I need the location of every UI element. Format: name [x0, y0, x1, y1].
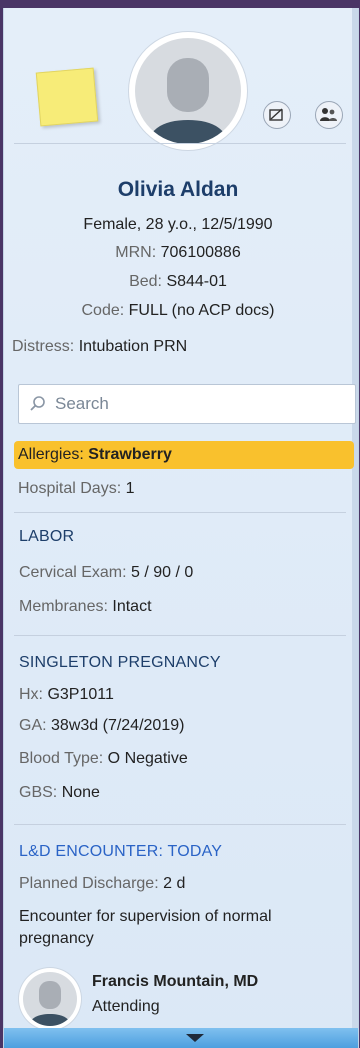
hospital-days: Hospital Days: 1: [18, 480, 135, 497]
divider: [14, 143, 346, 144]
search-placeholder: Search: [55, 394, 109, 413]
search-icon: [30, 396, 45, 411]
photo-edit-button[interactable]: [263, 101, 291, 129]
allergy-value: Strawberry: [88, 446, 172, 463]
top-bar: [0, 0, 360, 8]
patient-code-status: Code: FULL (no ACP docs): [81, 302, 275, 319]
chevron-down-icon[interactable]: [186, 1034, 204, 1042]
section-pregnancy-title[interactable]: SINGLETON PREGNANCY: [19, 654, 221, 672]
section-encounter-link[interactable]: L&D ENCOUNTER: TODAY: [19, 843, 222, 861]
gestational-age: GA: 38w3d (7/24/2019): [19, 717, 185, 734]
image-edit-icon: [269, 108, 283, 121]
cervical-exam: Cervical Exam: 5 / 90 / 0: [19, 564, 194, 581]
patient-distress: Distress: Intubation PRN: [12, 338, 188, 355]
people-icon: [320, 108, 337, 121]
attending-avatar: [19, 968, 81, 1030]
patient-bed: Bed: S844-01: [129, 273, 227, 290]
planned-discharge: Planned Discharge: 2 d: [19, 875, 186, 892]
expand-bar[interactable]: [4, 1028, 358, 1048]
divider: [14, 512, 346, 513]
patient-mrn: MRN: 706100886: [115, 244, 241, 261]
encounter-reason: Encounter for supervision of normal pregn…: [19, 908, 272, 947]
person-silhouette-icon: [23, 972, 77, 1026]
patient-name: Olivia Aldan: [117, 178, 239, 201]
blood-type: Blood Type: O Negative: [19, 750, 188, 767]
patient-avatar: [129, 32, 247, 150]
membranes: Membranes: Intact: [19, 598, 152, 615]
allergies-banner[interactable]: Allergies: Strawberry: [14, 441, 354, 469]
obstetric-history: Hx: G3P1011: [19, 686, 114, 703]
divider: [14, 824, 346, 825]
search-input[interactable]: Search: [18, 384, 356, 424]
patient-sidebar: Olivia Aldan Female, 28 y.o., 12/5/1990 …: [3, 8, 359, 1048]
patient-demographics: Female, 28 y.o., 12/5/1990: [83, 216, 273, 233]
gbs-status: GBS: None: [19, 784, 100, 801]
divider: [14, 635, 346, 636]
care-team-button[interactable]: [315, 101, 343, 129]
person-silhouette-icon: [135, 38, 241, 144]
attending-name[interactable]: Francis Mountain, MD: [92, 973, 258, 991]
section-labor-title[interactable]: LABOR: [19, 528, 74, 546]
scrollbar-track[interactable]: [352, 8, 358, 1048]
sticky-note-icon[interactable]: [35, 67, 99, 127]
attending-role: Attending: [92, 998, 160, 1015]
